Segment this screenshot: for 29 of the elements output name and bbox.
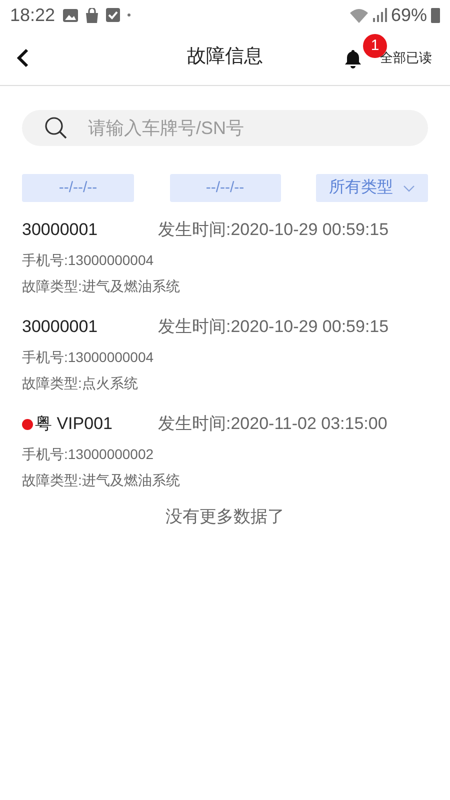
- start-date-field[interactable]: --/--/--: [22, 174, 134, 202]
- occurrence-time: 发生时间:2020-10-29 00:59:15: [158, 316, 389, 338]
- image-icon: [63, 8, 78, 22]
- bag-icon: [85, 8, 100, 22]
- battery-icon: [431, 8, 440, 22]
- end-date-field[interactable]: --/--/--: [170, 174, 280, 202]
- phone-number: 手机号:13000000002: [22, 445, 155, 464]
- status-time: 18:22: [10, 4, 56, 26]
- search-field[interactable]: 请输入车牌号/SN号: [22, 110, 428, 146]
- wifi-icon: [348, 8, 369, 22]
- occurrence-time: 发生时间:2020-10-29 00:59:15: [158, 219, 389, 242]
- occurrence-time: 发生时间:2020-11-02 03:15:00: [158, 413, 388, 436]
- page-title: 故障信息: [187, 45, 263, 70]
- checkbox-icon: [106, 8, 120, 22]
- dot-icon: [127, 13, 132, 17]
- plate-number: 粤 VIP001: [35, 413, 112, 436]
- phone-number: 手机号:13000000004: [22, 251, 155, 270]
- caret-icon: [403, 184, 415, 192]
- plate-number: 30000001: [22, 219, 98, 242]
- signal-icon: [372, 8, 387, 22]
- no-more-data-text: 没有更多数据了: [164, 506, 286, 528]
- bell-icon[interactable]: [344, 49, 362, 69]
- fault-type: 故障类型:点火系统: [22, 374, 139, 393]
- fault-type: 故障类型:进气及燃油系统: [22, 471, 181, 490]
- plate-number: 30000001: [22, 316, 98, 338]
- phone-number: 手机号:13000000004: [22, 348, 155, 367]
- type-dropdown[interactable]: 所有类型: [316, 174, 428, 202]
- fault-type: 故障类型:进气及燃油系统: [22, 277, 181, 296]
- battery-percent: 69%: [390, 4, 427, 26]
